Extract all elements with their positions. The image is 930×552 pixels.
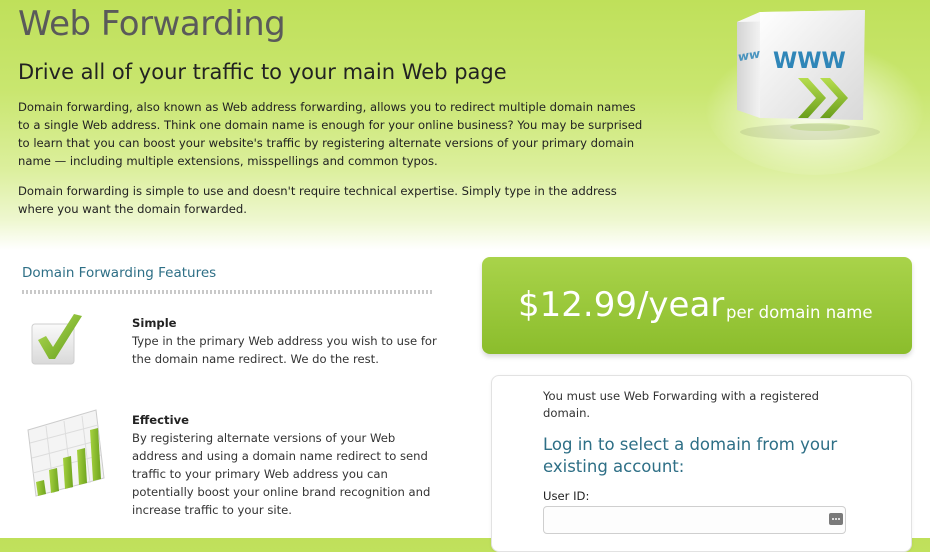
- page-subtitle: Drive all of your traffic to your main W…: [18, 60, 507, 84]
- intro-paragraph: Domain forwarding is simple to use and d…: [18, 184, 617, 216]
- login-note: You must use Web Forwarding with a regis…: [543, 389, 820, 420]
- price-amount: $12.99/year: [518, 285, 725, 325]
- www-cube-illustration: WWW ww: [705, 10, 925, 175]
- feature-title-simple: Simple: [132, 316, 177, 330]
- login-panel: You must use Web Forwarding with a regis…: [491, 375, 912, 552]
- userid-input[interactable]: [543, 506, 846, 534]
- features-heading: Domain Forwarding Features: [22, 265, 217, 281]
- password-manager-icon[interactable]: [829, 513, 843, 525]
- checkmark-icon: [31, 314, 82, 365]
- feature-description-simple: Type in the primary Web address you wish…: [132, 334, 437, 366]
- userid-label: User ID:: [543, 489, 590, 503]
- login-heading: Log in to select a domain from your exis…: [543, 435, 838, 476]
- price-banner: $12.99/year per domain name: [482, 257, 912, 354]
- page-title: Web Forwarding: [18, 4, 286, 44]
- feature-description-effective: By registering alternate versions of you…: [132, 431, 431, 517]
- feature-title-effective: Effective: [132, 413, 189, 427]
- hero-cube-text: WWW: [773, 49, 846, 74]
- features-divider: [22, 290, 432, 294]
- bar-chart-icon: [27, 409, 105, 497]
- price-unit: per domain name: [726, 303, 873, 322]
- intro-paragraph: Domain forwarding, also known as Web add…: [18, 100, 643, 168]
